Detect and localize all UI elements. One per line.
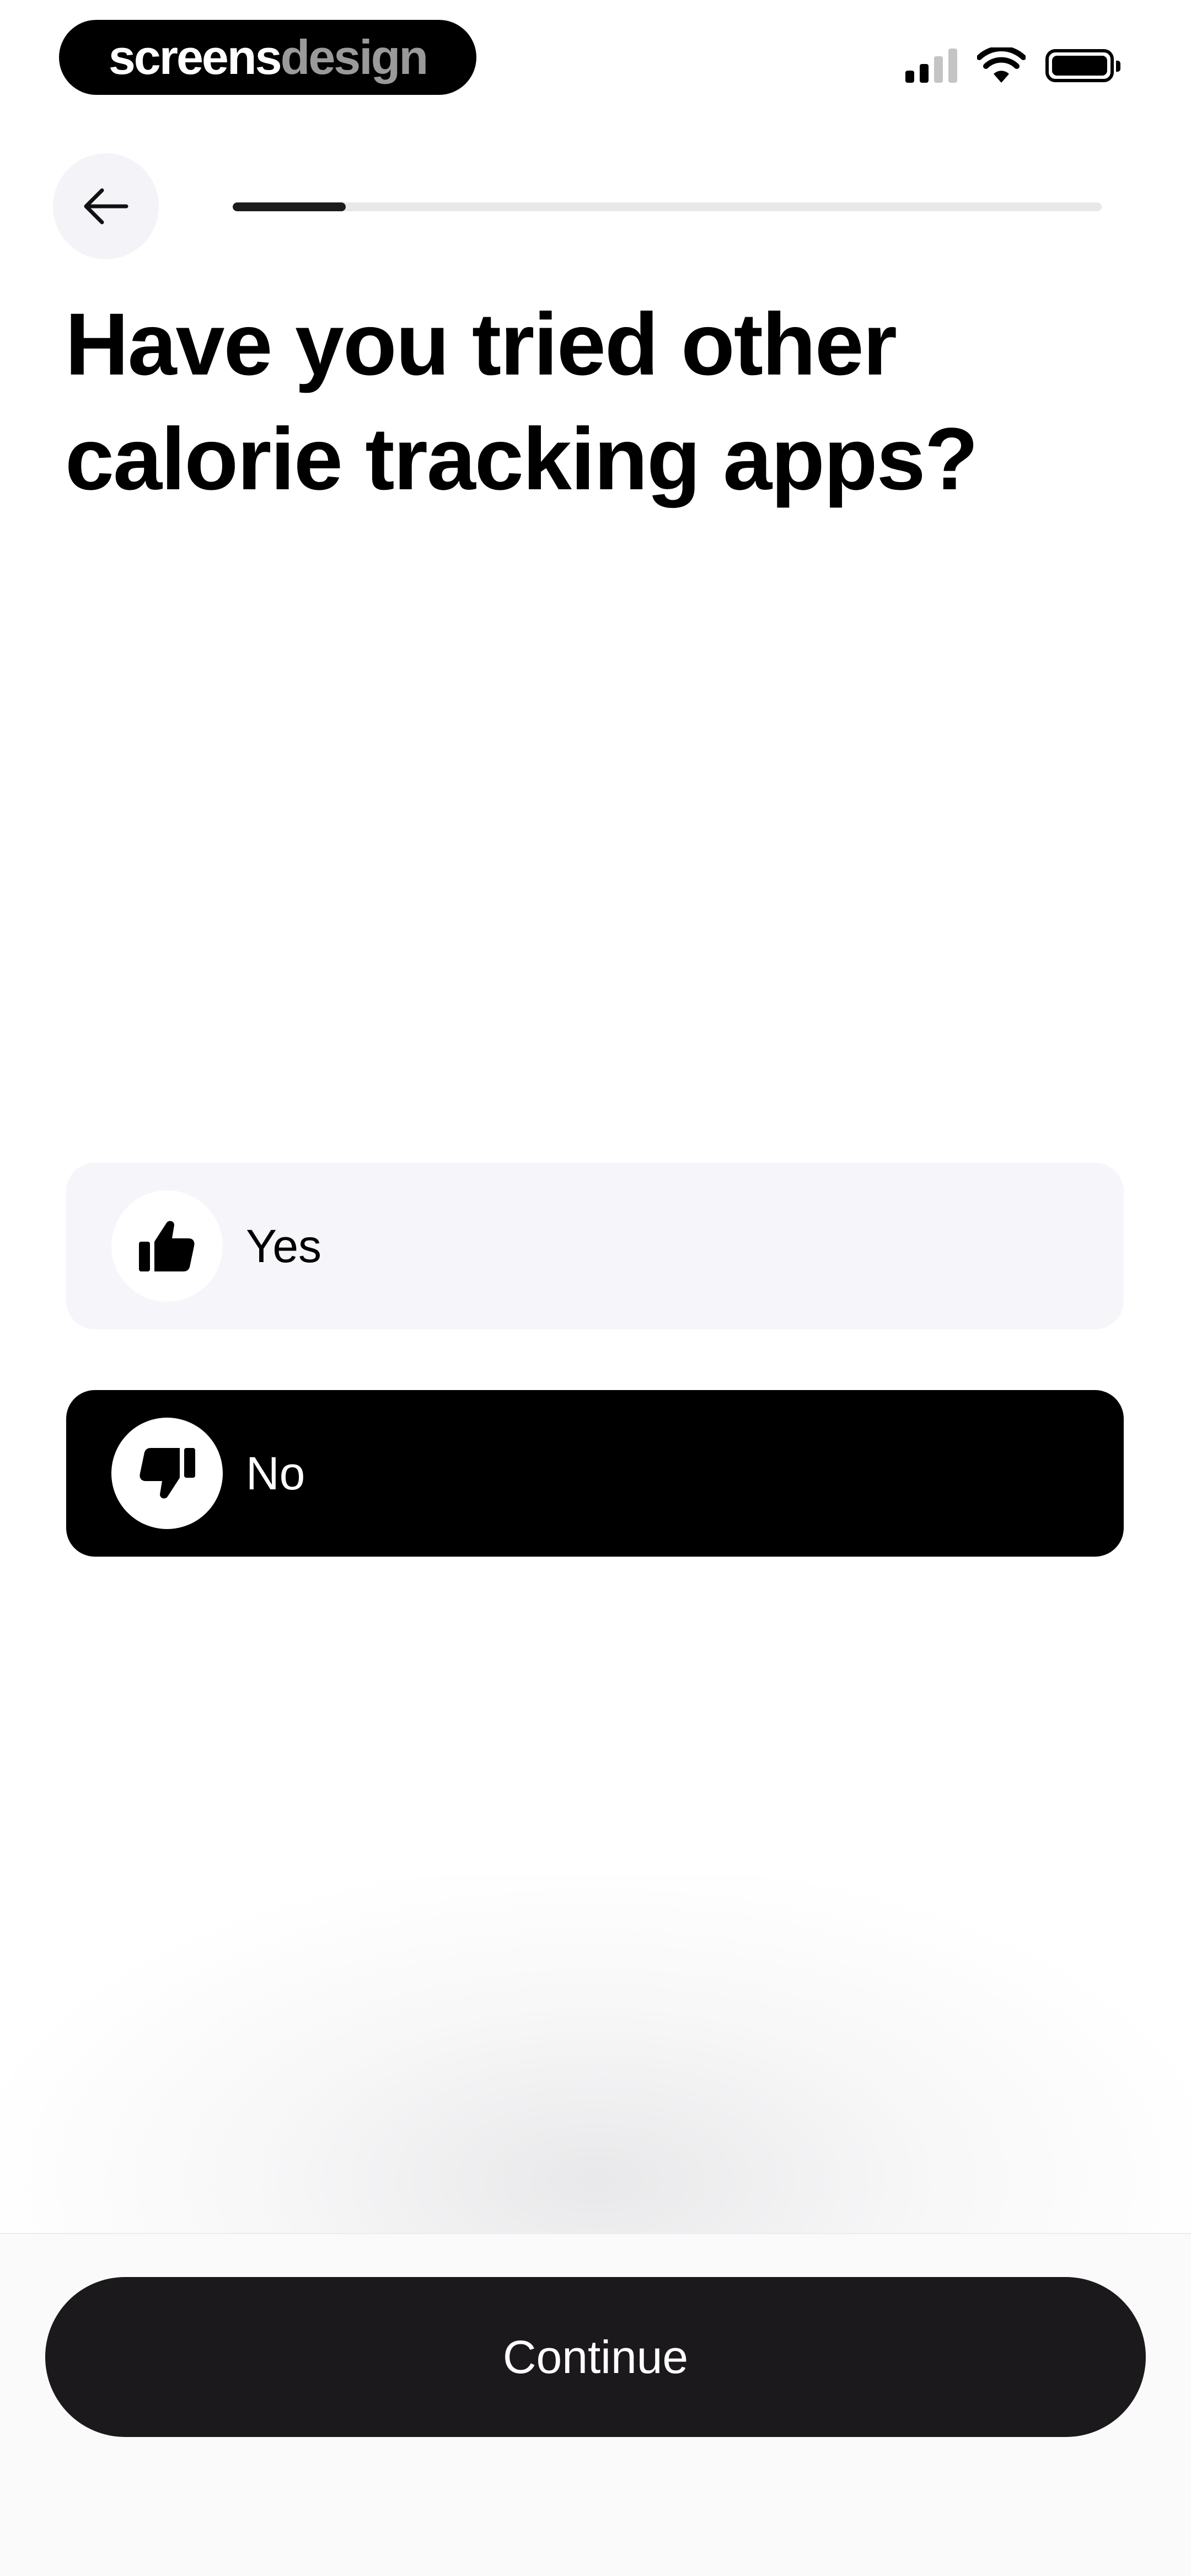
option-icon-circle: [111, 1418, 223, 1529]
logo-text-screens: screens: [108, 30, 282, 84]
bottom-fade: [0, 1875, 1191, 2234]
cellular-signal-icon: [905, 49, 957, 83]
status-icons: [905, 46, 1120, 85]
option-label-no: No: [246, 1447, 305, 1499]
progress-fill: [233, 202, 346, 211]
onboarding-progress-bar: [233, 202, 1102, 211]
wifi-icon: [977, 47, 1026, 83]
option-icon-circle: [111, 1190, 223, 1302]
thumbs-down-icon: [140, 1448, 195, 1499]
screen: screens design Have you tried other calor…: [0, 0, 1191, 2576]
option-label-yes: Yes: [246, 1220, 322, 1272]
battery-icon: [1045, 49, 1120, 82]
continue-button[interactable]: Continue: [45, 2277, 1146, 2437]
arrow-left-icon: [84, 188, 128, 225]
thumbs-up-icon: [139, 1221, 195, 1271]
question-title: Have you tried other calorie tracking ap…: [65, 295, 978, 508]
option-no[interactable]: No: [66, 1390, 1124, 1557]
screensdesign-logo: screens design: [59, 20, 476, 95]
back-button[interactable]: [53, 153, 159, 259]
option-yes[interactable]: Yes: [66, 1163, 1124, 1329]
logo-text-design: design: [280, 30, 429, 84]
